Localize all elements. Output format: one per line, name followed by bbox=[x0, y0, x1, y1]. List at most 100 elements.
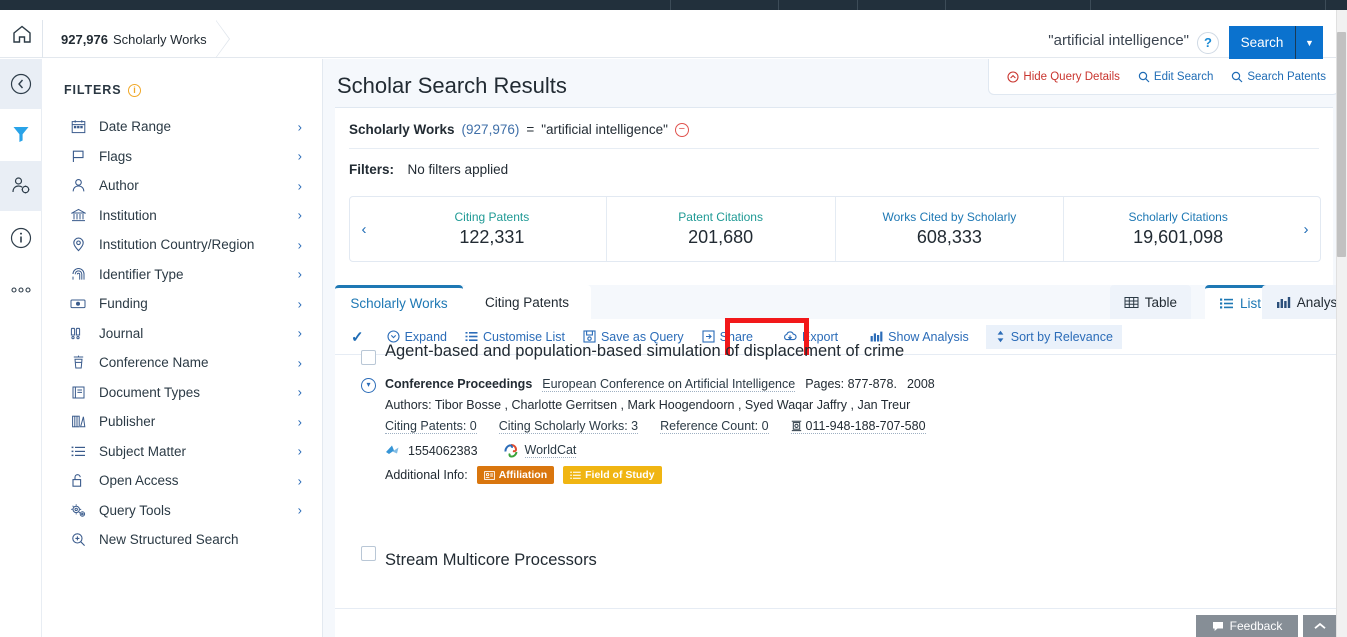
citing-patents-link[interactable]: Citing Patents: 0 bbox=[385, 419, 477, 434]
minus-circle-icon[interactable]: − bbox=[674, 122, 689, 137]
result-checkbox[interactable] bbox=[361, 350, 376, 365]
sidebar-item-conference-name[interactable]: Conference Name › bbox=[42, 348, 323, 378]
metrics-prev-arrow[interactable]: ‹ bbox=[350, 197, 378, 261]
sidebar-item-funding[interactable]: Funding › bbox=[42, 289, 323, 319]
chevron-right-icon[interactable]: › bbox=[298, 267, 302, 282]
metric-label[interactable]: Works Cited by Scholarly bbox=[882, 210, 1016, 224]
sidebar-item-document-types[interactable]: Document Types › bbox=[42, 378, 323, 408]
chevron-right-icon[interactable]: › bbox=[298, 503, 302, 518]
result-title[interactable]: Agent-based and population-based simulat… bbox=[385, 342, 904, 361]
citing-scholarly-works-link[interactable]: Citing Scholarly Works: 3 bbox=[498, 419, 639, 434]
query-details-links: Hide Query Details Edit Search Search Pa… bbox=[988, 59, 1339, 95]
chevron-right-icon[interactable]: › bbox=[298, 326, 302, 341]
metric-cell[interactable]: Patent Citations 201,680 bbox=[605, 197, 835, 261]
search-patents-link[interactable]: Search Patents bbox=[1231, 71, 1326, 83]
feedback-button[interactable]: Feedback bbox=[1196, 615, 1298, 637]
result-conference[interactable]: European Conference on Artificial Intell… bbox=[542, 377, 796, 392]
edit-search-link[interactable]: Edit Search bbox=[1138, 71, 1213, 83]
sidebar-item-institution-country-region[interactable]: Institution Country/Region › bbox=[42, 230, 323, 260]
search-button[interactable]: Search bbox=[1229, 26, 1295, 60]
sidebar-item-label: Open Access bbox=[99, 473, 179, 489]
metric-value: 201,680 bbox=[688, 227, 754, 247]
metric-cell[interactable]: Works Cited by Scholarly 608,333 bbox=[834, 197, 1064, 261]
breadcrumb[interactable]: 927,976 Scholarly Works bbox=[42, 20, 230, 58]
page-scrollbar[interactable] bbox=[1336, 10, 1347, 637]
chevron-right-icon[interactable]: › bbox=[298, 178, 302, 193]
metric-label[interactable]: Patent Citations bbox=[678, 210, 763, 224]
search-dropdown-caret[interactable]: ▼ bbox=[1295, 26, 1323, 60]
result-checkbox[interactable] bbox=[361, 546, 376, 561]
filters-rail-button[interactable] bbox=[0, 109, 42, 159]
metric-cell[interactable]: Citing Patents 122,331 bbox=[378, 197, 606, 261]
chevron-right-icon[interactable]: › bbox=[298, 385, 302, 400]
user-gear-icon bbox=[10, 175, 32, 197]
sidebar-item-identifier-type[interactable]: Identifier Type › bbox=[42, 260, 323, 290]
main-content: Scholar Search Results Hide Query Detail… bbox=[323, 59, 1347, 637]
home-icon[interactable] bbox=[10, 22, 34, 46]
feedback-label: Feedback bbox=[1229, 619, 1283, 633]
mag-id-item[interactable]: 1554062383 bbox=[385, 444, 478, 458]
sidebar-item-label: Subject Matter bbox=[99, 443, 187, 459]
map-pin-icon bbox=[70, 237, 86, 253]
sort-by-relevance-label: Sort by Relevance bbox=[1010, 329, 1113, 344]
sidebar-item-flags[interactable]: Flags › bbox=[42, 142, 323, 172]
chevron-right-icon[interactable]: › bbox=[298, 296, 302, 311]
worldcat-item[interactable]: WorldCat bbox=[504, 443, 577, 458]
result-title[interactable]: Stream Multicore Processors bbox=[385, 551, 597, 570]
sidebar-item-new-structured-search[interactable]: New Structured Search bbox=[42, 525, 323, 555]
metric-label[interactable]: Scholarly Citations bbox=[1128, 210, 1227, 224]
chevron-right-icon[interactable]: › bbox=[298, 444, 302, 459]
identifier-link[interactable]: 011-948-188-707-580 bbox=[790, 419, 926, 434]
hide-query-details-link[interactable]: Hide Query Details bbox=[1007, 71, 1120, 83]
scrollbar-thumb[interactable] bbox=[1337, 32, 1346, 257]
sidebar-item-label: Funding bbox=[99, 296, 148, 312]
metric-cell[interactable]: Scholarly Citations 19,601,098 bbox=[1063, 197, 1292, 261]
query-statement-row: Scholarly Works (927,976) = "artificial … bbox=[349, 122, 689, 137]
sidebar-item-publisher[interactable]: Publisher › bbox=[42, 407, 323, 437]
tab-scholarly-works[interactable]: Scholarly Works bbox=[335, 285, 463, 319]
user-settings-rail-button[interactable] bbox=[0, 161, 42, 211]
information-rail-button[interactable] bbox=[0, 213, 42, 263]
filters-info-icon[interactable]: i bbox=[128, 83, 142, 97]
metric-label[interactable]: Citing Patents bbox=[455, 210, 530, 224]
tab-scholarly-works-label: Scholarly Works bbox=[350, 296, 448, 311]
sidebar-item-label: Institution Country/Region bbox=[99, 237, 255, 253]
query-value: "artificial intelligence" bbox=[541, 122, 668, 137]
search-patents-label: Search Patents bbox=[1247, 70, 1326, 83]
result-authors[interactable]: Tibor Bosse , Charlotte Gerritsen , Mark… bbox=[435, 398, 910, 412]
reference-count-link[interactable]: Reference Count: 0 bbox=[660, 419, 769, 434]
chevron-right-icon[interactable]: › bbox=[298, 149, 302, 164]
field-of-study-badge[interactable]: Field of Study bbox=[563, 466, 662, 484]
query-count[interactable]: (927,976) bbox=[462, 122, 520, 137]
chevron-right-icon[interactable]: › bbox=[298, 473, 302, 488]
sort-by-relevance-button[interactable]: Sort by Relevance bbox=[985, 324, 1122, 349]
chevron-right-icon[interactable]: › bbox=[298, 237, 302, 252]
sidebar-item-author[interactable]: Author › bbox=[42, 171, 323, 201]
ellipsis-icon bbox=[9, 286, 33, 294]
metrics-carousel: ‹ Citing Patents 122,331 Patent Citations 2… bbox=[349, 196, 1321, 262]
collapse-panel-button[interactable] bbox=[0, 59, 42, 109]
chevron-right-icon[interactable]: › bbox=[298, 119, 302, 134]
identifier-value: 011-948-188-707-580 bbox=[805, 419, 926, 433]
tab-table[interactable]: Table bbox=[1109, 285, 1191, 319]
help-button[interactable]: ? bbox=[1197, 32, 1219, 54]
sidebar-item-label: Journal bbox=[99, 325, 144, 341]
tab-analysis[interactable]: Analysis bbox=[1261, 285, 1347, 319]
check-icon[interactable]: ✓ bbox=[347, 328, 378, 346]
sidebar-item-open-access[interactable]: Open Access › bbox=[42, 466, 323, 496]
tab-citing-patents[interactable]: Citing Patents bbox=[463, 285, 591, 319]
tab-strip: Scholarly Works Citing Patents Table Lis… bbox=[323, 285, 1347, 319]
chevron-right-icon[interactable]: › bbox=[298, 208, 302, 223]
sidebar-item-journal[interactable]: Journal › bbox=[42, 319, 323, 349]
sidebar-item-institution[interactable]: Institution › bbox=[42, 201, 323, 231]
chevron-down-circle-icon[interactable]: ▾ bbox=[361, 378, 376, 393]
chevron-right-icon[interactable]: › bbox=[298, 355, 302, 370]
sidebar-item-query-tools[interactable]: Query Tools › bbox=[42, 496, 323, 526]
scroll-to-top-button[interactable] bbox=[1303, 615, 1337, 637]
sidebar-item-subject-matter[interactable]: Subject Matter › bbox=[42, 437, 323, 467]
sidebar-item-date-range[interactable]: Date Range › bbox=[42, 112, 323, 142]
metrics-next-arrow[interactable]: › bbox=[1292, 197, 1320, 261]
more-options-rail-button[interactable] bbox=[0, 265, 42, 315]
affiliation-badge[interactable]: Affiliation bbox=[476, 466, 555, 484]
chevron-right-icon[interactable]: › bbox=[298, 414, 302, 429]
